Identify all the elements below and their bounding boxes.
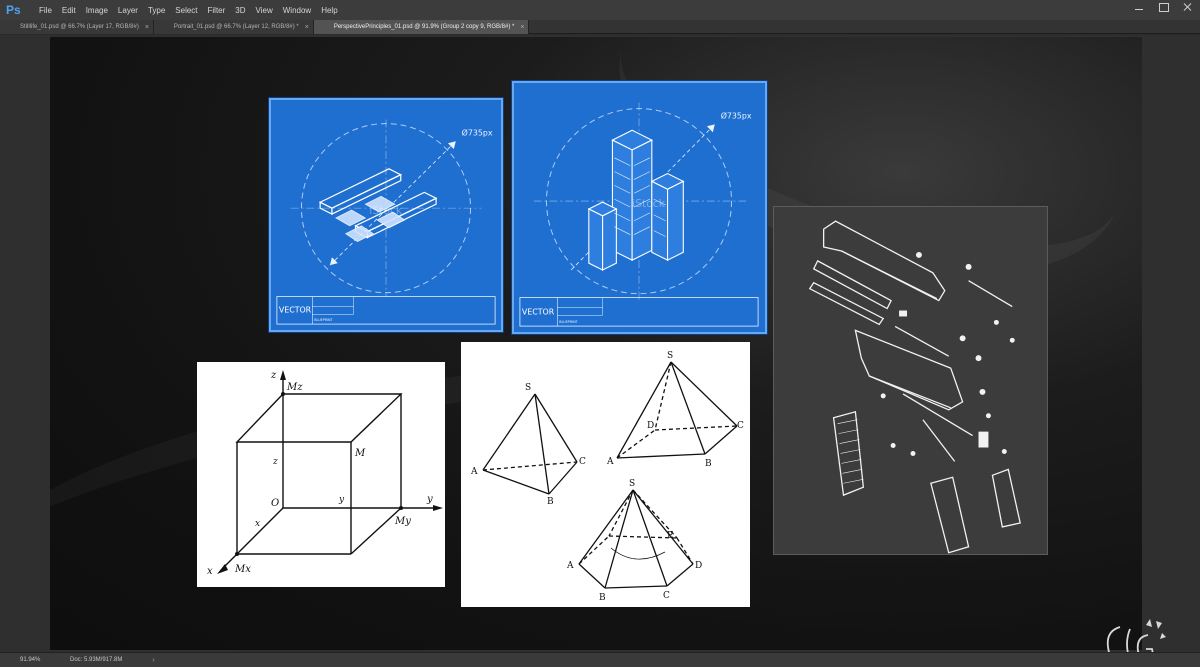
canvas-workspace: Ø735px iStock VECTOR BLUEPRINT Ø735px iS… (0, 35, 1200, 666)
menu-bar: Ps File Edit Image Layer Type Select Fil… (0, 0, 1200, 20)
tab-close-icon[interactable]: × (305, 24, 309, 31)
tab-close-icon[interactable]: × (520, 24, 524, 31)
menu-image[interactable]: Image (81, 6, 113, 15)
axis-label: x (255, 519, 260, 529)
menu-layer[interactable]: Layer (113, 6, 143, 15)
axis-label: y (338, 495, 345, 505)
point-label: Mx (234, 564, 251, 575)
tab-stilllife[interactable]: Stilllife_01.psd @ 66.7% (Layer 17, RGB/… (0, 20, 154, 34)
menu-file[interactable]: File (34, 6, 57, 15)
pistol-drawing (808, 220, 1021, 554)
point-label: M (354, 448, 366, 459)
axis-label: y (426, 494, 433, 505)
pyramids-diagram[interactable]: S A C B S D C A B S A E D B C (461, 342, 750, 607)
status-bar: 91.94% Doc: 5.93M/917.8M › (0, 652, 1200, 667)
vertex-label: C (579, 457, 586, 467)
cube-coordinate-diagram[interactable]: z Mz M z O y y My x x Mx (197, 362, 445, 587)
document-tabs: Stilllife_01.psd @ 66.7% (Layer 17, RGB/… (0, 20, 1200, 34)
vertex-label: D (695, 561, 702, 571)
tab-label: Portrait_01.psd @ 66.7% (Layer 12, RGB/8… (173, 24, 299, 30)
vector-label: VECTOR (279, 305, 312, 314)
vertex-label: D (647, 421, 654, 431)
menu-select[interactable]: Select (170, 6, 202, 15)
menu-edit[interactable]: Edit (57, 6, 81, 15)
axis-label: z (272, 457, 278, 467)
menu-3d[interactable]: 3D (230, 6, 250, 15)
vertex-label: B (599, 593, 606, 603)
title-block-label: BLUEPRINT (314, 318, 333, 322)
cube-drawing: z Mz M z O y y My x x Mx (207, 370, 443, 577)
blueprint-rail-drawing: Ø735px iStock VECTOR BLUEPRINT (276, 119, 496, 325)
pyramids-drawing: S A C B S D C A B S A E D B C (470, 351, 744, 603)
watermark-text: iStock (369, 204, 403, 217)
tab-label: PerspectivePrinciples_01.psd @ 91.9% (Gr… (333, 24, 515, 30)
tab-label: Stilllife_01.psd @ 66.7% (Layer 17, RGB/… (20, 24, 139, 30)
vertex-label: A (566, 561, 574, 571)
axis-label: Mz (286, 382, 303, 393)
vertex-label: A (606, 457, 614, 467)
window-controls (1134, 2, 1192, 12)
vertex-label: C (737, 421, 744, 431)
axis-label: x (207, 566, 213, 577)
document-size: Doc: 5.93M/917.8M (70, 657, 123, 663)
vector-label: VECTOR (522, 307, 555, 316)
menu-help[interactable]: Help (316, 6, 342, 15)
photoshop-window: Ps File Edit Image Layer Type Select Fil… (0, 0, 1200, 667)
origin-label: O (271, 498, 279, 509)
document-canvas[interactable]: Ø735px iStock VECTOR BLUEPRINT Ø735px iS… (50, 37, 1142, 650)
menu-window[interactable]: Window (278, 6, 316, 15)
blueprint-building-drawing: Ø735px iStock VECTOR BLUEPRINT (519, 102, 759, 327)
tab-portrait[interactable]: Portrait_01.psd @ 66.7% (Layer 12, RGB/8… (153, 20, 314, 34)
vertex-label: B (705, 459, 712, 469)
title-block-label: BLUEPRINT (559, 320, 578, 324)
dimension-label: Ø735px (462, 127, 493, 137)
zoom-level[interactable]: 91.94% (0, 657, 40, 663)
dimension-label: Ø735px (721, 110, 752, 120)
menu-view[interactable]: View (251, 6, 278, 15)
vertex-label: C (663, 591, 670, 601)
close-icon[interactable] (1182, 2, 1192, 12)
tab-perspective-principles[interactable]: PerspectivePrinciples_01.psd @ 91.9% (Gr… (313, 20, 530, 34)
point-label: My (394, 516, 411, 527)
vertex-label: S (525, 383, 531, 393)
watermark-text: iStock (632, 197, 666, 210)
vertex-label: A (470, 467, 478, 477)
photoshop-logo-icon: Ps (6, 3, 21, 17)
minimize-icon[interactable] (1134, 2, 1144, 12)
blueprint-building-image[interactable]: Ø735px iStock VECTOR BLUEPRINT (512, 81, 767, 334)
vertex-label: B (547, 497, 554, 507)
vertex-label: E (667, 531, 674, 541)
axis-label: z (270, 370, 277, 381)
vertex-label: S (667, 351, 673, 361)
vertex-label: S (629, 479, 635, 489)
status-menu-arrow-icon[interactable]: › (152, 657, 154, 664)
menu-filter[interactable]: Filter (203, 6, 231, 15)
maximize-icon[interactable] (1158, 2, 1169, 12)
exploded-pistol-diagram[interactable] (773, 206, 1048, 555)
blueprint-rail-image[interactable]: Ø735px iStock VECTOR BLUEPRINT (269, 98, 503, 332)
tab-close-icon[interactable]: × (145, 24, 149, 31)
menu-type[interactable]: Type (143, 6, 170, 15)
